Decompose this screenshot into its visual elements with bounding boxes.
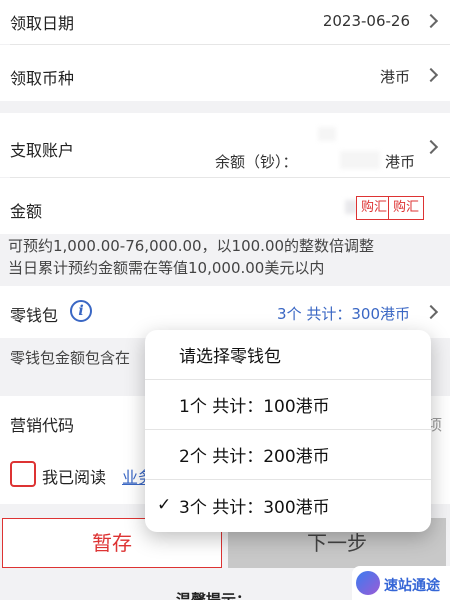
- agree-checkbox[interactable]: [10, 461, 36, 487]
- pickup-date-label: 领取日期: [10, 14, 75, 33]
- wallet-picker-popup: 请选择零钱包 1个 共计：100港币 2个 共计：200港币 ✓ 3个 共计：3…: [145, 330, 431, 532]
- currency-value: 港币: [379, 68, 410, 86]
- buy-fx-tag[interactable]: 购汇: [356, 196, 393, 220]
- wallet-note: 零钱包金额包含在: [10, 349, 131, 367]
- pickup-date-value: 2023-06-26: [322, 12, 410, 30]
- checkmark-icon: ✓: [157, 495, 172, 515]
- chevron-right-icon: [423, 67, 439, 83]
- amount-label: 金额: [10, 202, 43, 221]
- amount-note-1: 可预约1,000.00-76,000.00，以100.00的整数倍调整: [8, 237, 375, 255]
- wallet-option-label: 1个 共计：100港币: [179, 397, 330, 417]
- account-label: 支取账户: [10, 141, 75, 160]
- popup-title: 请选择零钱包: [145, 330, 431, 380]
- pickup-date-row[interactable]: 领取日期 2023-06-26: [0, 0, 450, 44]
- marketing-code-label: 营销代码: [10, 416, 75, 435]
- site-logo: 速站通途: [352, 566, 450, 600]
- masked-balance: [340, 151, 380, 169]
- currency-label: 领取币种: [10, 69, 75, 88]
- wallet-option-1[interactable]: 1个 共计：100港币: [145, 380, 431, 430]
- account-row[interactable]: 支取账户 余额（钞）： 港币: [0, 113, 450, 177]
- wallet-value: 3个 共计：300港币: [277, 305, 410, 323]
- wallet-label: 零钱包: [10, 306, 59, 325]
- logo-text: 速站通途: [384, 578, 440, 594]
- wallet-option-label: 2个 共计：200港币: [179, 447, 330, 467]
- chevron-right-icon: [423, 139, 439, 155]
- balance-label: 余额（钞）：: [215, 153, 298, 171]
- balance-currency: 港币: [385, 153, 416, 171]
- popup-title-text: 请选择零钱包: [179, 347, 281, 367]
- chevron-right-icon: [423, 13, 439, 29]
- buy-fx-tag-2[interactable]: 购汇: [388, 196, 425, 220]
- wallet-option-2[interactable]: 2个 共计：200港币: [145, 430, 431, 480]
- agree-text: 我已阅读: [42, 468, 107, 487]
- masked-account-number: [318, 127, 336, 141]
- chevron-right-icon: [423, 304, 439, 320]
- amount-note-2: 当日累计预约金额需在等值10,000.00美元以内: [8, 259, 325, 277]
- wallet-option-3[interactable]: ✓ 3个 共计：300港币: [145, 480, 431, 530]
- currency-row[interactable]: 领取币种 港币: [0, 45, 450, 101]
- wallet-option-label: 3个 共计：300港币: [179, 497, 330, 518]
- info-icon[interactable]: i: [70, 300, 92, 322]
- logo-icon: [356, 571, 380, 595]
- bottom-hint: 温馨提示：: [176, 591, 252, 600]
